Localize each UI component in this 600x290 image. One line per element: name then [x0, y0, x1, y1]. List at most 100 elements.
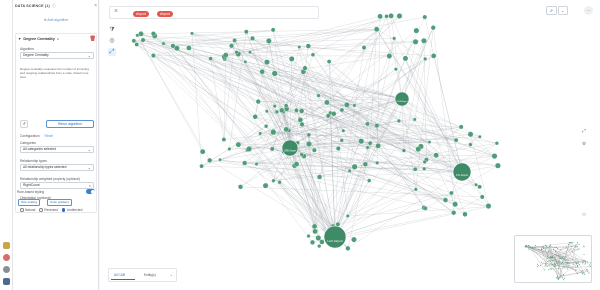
- minimap-node: [586, 269, 588, 271]
- alert-icon[interactable]: [3, 254, 10, 261]
- graph-node: [401, 148, 406, 153]
- minimap-node: [540, 265, 542, 267]
- graph-node: [246, 146, 252, 152]
- graph-node: [423, 206, 428, 211]
- close-icon[interactable]: ×: [94, 3, 97, 9]
- gear-icon[interactable]: ⚙: [581, 141, 587, 147]
- help-icon[interactable]: [3, 242, 10, 249]
- graph-node: [468, 142, 473, 147]
- minimap-node: [554, 264, 556, 266]
- zoom-in-icon[interactable]: +: [581, 244, 587, 250]
- algorithm-card-header[interactable]: ▼ Degree Centrality ● 🗑: [18, 36, 96, 42]
- fullscreen-icon[interactable]: ⛶: [581, 260, 587, 266]
- layout-icon[interactable]: ⚇: [581, 212, 587, 218]
- reset-link[interactable]: Reset: [45, 134, 54, 138]
- zoom-out-icon[interactable]: −: [581, 252, 587, 258]
- share-icon[interactable]: ⇗: [546, 6, 557, 15]
- graph-node: [248, 50, 252, 55]
- weighted-property-select[interactable]: RightCount ×: [20, 182, 94, 189]
- edge: [210, 58, 463, 173]
- minimap-node: [557, 275, 559, 277]
- chevron-down-icon[interactable]: ⌄: [170, 272, 173, 277]
- graph-node: [396, 118, 401, 123]
- graph-node: [375, 143, 381, 149]
- minimap-node: [551, 263, 553, 265]
- graph-node: [311, 223, 318, 230]
- edge: [176, 48, 280, 183]
- minimap-node: [589, 264, 591, 266]
- graph-node: [339, 138, 344, 143]
- minimap-node: [575, 246, 577, 248]
- filter-icon[interactable]: ⧩: [108, 26, 116, 34]
- layers-icon[interactable]: ◎: [108, 37, 116, 45]
- categories-select[interactable]: All categories selected ⌄: [20, 146, 94, 153]
- minimap-node: [548, 249, 550, 251]
- hub-node: [394, 91, 410, 107]
- minimap-node: [556, 261, 558, 263]
- minimap-node: [573, 248, 575, 250]
- tab-entities[interactable]: Entity(s): [144, 273, 156, 277]
- minimap-node: [552, 260, 554, 262]
- graph-node: [341, 128, 346, 133]
- reset-icon[interactable]: ↺: [20, 120, 28, 128]
- chevron-down-icon[interactable]: ⌄: [557, 6, 568, 15]
- graph-node: [422, 14, 428, 20]
- edge: [256, 110, 282, 165]
- select-icon[interactable]: ⤢: [108, 48, 116, 56]
- graph-node: [299, 152, 304, 157]
- edge: [219, 159, 454, 213]
- graph-node: [151, 53, 156, 58]
- edge: [245, 61, 454, 213]
- graph-node: [305, 43, 311, 49]
- orientation-reversed[interactable]: Reversed: [39, 208, 58, 212]
- size-scaling-button[interactable]: Size scaling: [18, 199, 41, 206]
- info-icon[interactable]: ⓘ: [52, 3, 56, 9]
- delete-icon[interactable]: 🗑: [90, 36, 96, 42]
- minimap-node: [559, 255, 561, 257]
- tab-all[interactable]: All CAB: [114, 273, 125, 277]
- gear-icon[interactable]: [3, 266, 10, 273]
- graph-canvas[interactable]: LAX Airport ORD Airport DFW Airport ATL Air…: [100, 0, 600, 290]
- search-pill[interactable]: Airport: [133, 10, 149, 17]
- minimap-node: [548, 246, 550, 248]
- graph-node: [427, 140, 432, 144]
- graph-node: [270, 129, 277, 136]
- rule-based-styling-toggle[interactable]: [86, 189, 95, 194]
- minimap-node: [576, 242, 578, 244]
- edge: [334, 29, 377, 238]
- graph-node: [384, 14, 389, 19]
- graph-node: [237, 184, 244, 190]
- graph-node: [449, 190, 454, 196]
- rerun-algorithm-button[interactable]: Rerun algorithm: [46, 120, 94, 128]
- close-icon[interactable]: ×: [114, 8, 118, 15]
- graph-node: [227, 147, 232, 151]
- graph-node: [150, 31, 156, 37]
- minimap-node: [541, 248, 543, 250]
- edge: [163, 43, 463, 173]
- color-gradient-button[interactable]: Color gradient: [47, 199, 72, 206]
- more-icon[interactable]: ⋯: [584, 6, 593, 15]
- close-icon[interactable]: ×: [89, 183, 91, 188]
- minimap-node: [576, 265, 578, 267]
- add-algorithm-button[interactable]: ⊕ Add algorithm: [13, 18, 99, 22]
- graph-node: [421, 37, 427, 44]
- search-bar[interactable]: × Airport Airport: [109, 6, 319, 19]
- algorithm-select[interactable]: Degree Centrality ⌄: [20, 52, 94, 59]
- edge: [405, 58, 466, 215]
- app-logo-icon[interactable]: [3, 278, 10, 285]
- graph-node: [306, 234, 311, 238]
- relationship-types-select[interactable]: All relationship types selected ⌄: [20, 164, 94, 171]
- orientation-undirected[interactable]: Undirected: [61, 208, 82, 212]
- graph-node: [494, 141, 499, 146]
- minimap-node: [556, 278, 558, 280]
- minimap-node: [570, 248, 572, 250]
- fit-icon[interactable]: ⤢: [581, 128, 587, 134]
- hub-node: [323, 225, 347, 249]
- chevron-down-icon[interactable]: ▼: [18, 37, 21, 41]
- orientation-natural[interactable]: Natural: [20, 208, 35, 212]
- search-pill[interactable]: Airport: [157, 10, 173, 17]
- minimap-node: [550, 268, 552, 270]
- graph-node: [161, 41, 166, 46]
- minimap-edge: [532, 242, 571, 248]
- minimap-node: [559, 249, 561, 251]
